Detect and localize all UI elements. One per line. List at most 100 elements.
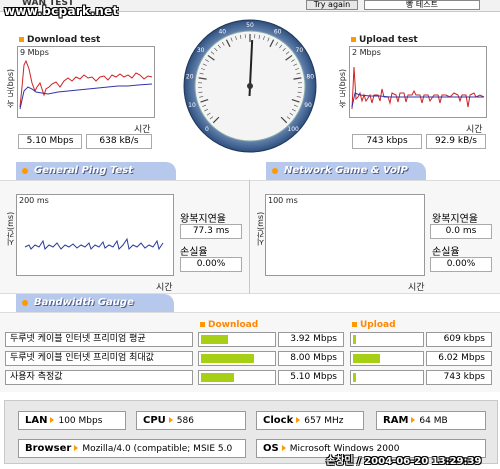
gauge-tick-label: 0 (205, 126, 209, 133)
upload-speed-line (351, 66, 485, 110)
upload-value: 743 kbps (426, 370, 492, 385)
download-bar-fill (201, 354, 255, 363)
download-title-label: Download test (27, 35, 101, 45)
download-value: 3.92 Mbps (278, 332, 344, 347)
arrow-icon (281, 445, 286, 451)
gauge-tick-label: 50 (246, 22, 254, 29)
lan-info: LAN 100 Mbps (18, 411, 126, 430)
os-label: OS (263, 443, 279, 454)
upload-bar (350, 332, 424, 347)
download-bar (198, 351, 276, 366)
download-chart: 9 Mbps (17, 46, 155, 118)
ping-loss-label: 손실율 (180, 247, 208, 258)
speed-gauge-dial: 0 10 20 30 40 50 60 70 80 90 100 (183, 19, 317, 153)
tab-bullet-icon (22, 168, 28, 174)
upload-bar-fill (353, 354, 381, 363)
gauge-tick-label: 70 (296, 47, 304, 54)
upload-header-label: Upload (360, 320, 396, 330)
upload-top-label: 2 Mbps (352, 48, 381, 57)
ping-graph-svg (24, 237, 164, 251)
bandwidth-upload-header: Upload (352, 320, 396, 330)
upload-bar (350, 370, 424, 385)
watermark-text: www.bcpark.net (4, 4, 119, 18)
bandwidth-row-label: 두루넷 케이블 인터넷 프리미엄 평균 (5, 332, 193, 347)
gauge-tick-label: 10 (188, 102, 196, 109)
section-divider (249, 180, 250, 294)
upload-value: 6.02 Mbps (426, 351, 492, 366)
ping-x-label: 시간 (156, 283, 173, 293)
bullet-icon (200, 322, 205, 327)
upload-bar-fill (353, 335, 356, 344)
gauge-tick-label: 80 (306, 73, 314, 80)
ram-value: 64 MB (419, 416, 448, 426)
upload-title-label: Upload test (359, 35, 418, 45)
download-value: 8.00 Mbps (278, 351, 344, 366)
clock-label: Clock (263, 415, 294, 426)
upload-y-unit: 속 도(bps) (338, 68, 347, 108)
download-test-title: Download test (19, 35, 100, 45)
tab-network-game-voip[interactable]: Network Game & VoIP Test (266, 162, 426, 194)
game-rtt-label: 왕복지연율 (432, 214, 478, 225)
bandwidth-row-label: 두루넷 케이블 인터넷 프리미엄 최대값 (5, 351, 193, 366)
gauge-tick-label: 40 (218, 29, 226, 36)
ping-y-unit: 시간(ms) (6, 211, 15, 246)
download-bar (198, 370, 276, 385)
ping-rtt-value: 77.3 ms (180, 224, 242, 239)
gauge-hub (247, 83, 253, 89)
try-again-button[interactable]: Try again (306, 0, 358, 10)
download-top-label: 9 Mbps (20, 48, 49, 57)
ping-top-label: 200 ms (19, 196, 49, 205)
game-loss-label: 손실율 (432, 247, 460, 258)
gauge-tick-label: 100 (287, 126, 299, 133)
download-header-label: Download (208, 320, 259, 330)
lan-label: LAN (25, 415, 48, 426)
download-speed-mbps: 5.10 Mbps (18, 134, 82, 149)
ram-info: RAM 64 MB (376, 411, 486, 430)
bullet-icon (351, 37, 356, 42)
upload-speed-kbps: 743 kbps (352, 134, 422, 149)
tab-label: General Ping Test (34, 165, 134, 176)
gauge-tick-label: 30 (197, 47, 205, 54)
game-loss-value: 0.00% (430, 257, 492, 272)
game-top-label: 100 ms (268, 196, 298, 205)
arrow-icon (50, 417, 55, 423)
bandwidth-row-label: 사용자 측정값 (5, 370, 193, 385)
ping-latency-line (24, 237, 164, 251)
tab-label: Bandwidth Gauge (34, 297, 134, 308)
upload-value: 609 kbps (426, 332, 492, 347)
tab-bullet-icon (272, 168, 278, 174)
ping-rtt-label: 왕복지연율 (180, 214, 226, 225)
download-average-line (19, 83, 153, 110)
arrow-icon (411, 417, 416, 423)
game-chart: 100 ms (265, 194, 425, 276)
game-x-label: 시간 (408, 283, 425, 293)
upload-bar-fill (353, 373, 356, 382)
download-graph-svg (19, 59, 153, 110)
browser-value: Mozilla/4.0 (compatible; MSIE 5.0 (82, 444, 233, 454)
header-field: 빵 테스트 (364, 0, 480, 10)
ping-chart: 200 ms (16, 194, 174, 276)
arrow-icon (168, 417, 173, 423)
tab-general-ping-test[interactable]: General Ping Test (16, 162, 176, 180)
download-bar-fill (201, 373, 235, 382)
browser-info: Browser Mozilla/4.0 (compatible; MSIE 5.0 (18, 439, 246, 458)
arrow-icon (74, 445, 79, 451)
download-y-unit: 속 도(bps) (6, 68, 15, 108)
upload-chart: 2 Mbps (349, 46, 487, 118)
game-rtt-value: 0.0 ms (430, 224, 492, 239)
cpu-info: CPU 586 (136, 411, 246, 430)
bandwidth-download-header: Download (200, 320, 258, 330)
gauge-tick-label: 20 (186, 73, 194, 80)
lan-value: 100 Mbps (58, 416, 103, 426)
download-speed-line (19, 59, 153, 108)
cpu-label: CPU (143, 415, 166, 426)
tab-bandwidth-gauge[interactable]: Bandwidth Gauge (16, 294, 174, 312)
clock-info: Clock 657 MHz (256, 411, 364, 430)
clock-value: 657 MHz (304, 416, 344, 426)
download-bar-fill (201, 335, 229, 344)
upload-speed-kbs: 92.9 kB/s (426, 134, 486, 149)
browser-label: Browser (25, 443, 72, 454)
upload-test-title: Upload test (351, 35, 418, 45)
ram-label: RAM (383, 415, 409, 426)
tab-bullet-icon (22, 300, 28, 306)
